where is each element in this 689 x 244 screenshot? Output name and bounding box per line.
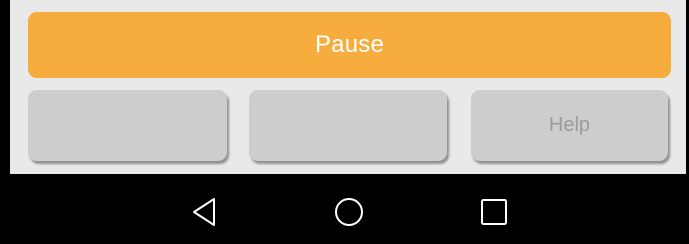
recents-icon[interactable] — [477, 195, 511, 229]
help-button-label: Help — [548, 114, 591, 136]
action-button-1[interactable] — [28, 90, 227, 161]
pause-button-label: Pause — [314, 31, 385, 58]
home-icon[interactable] — [332, 195, 366, 229]
pause-button[interactable]: Pause — [28, 12, 671, 78]
recents-icon-graphic — [481, 199, 507, 225]
action-button-2[interactable] — [249, 90, 447, 161]
home-icon-graphic — [335, 198, 363, 226]
help-button[interactable]: Help — [471, 90, 668, 161]
back-icon[interactable] — [187, 195, 221, 229]
back-icon-graphic — [193, 198, 215, 226]
